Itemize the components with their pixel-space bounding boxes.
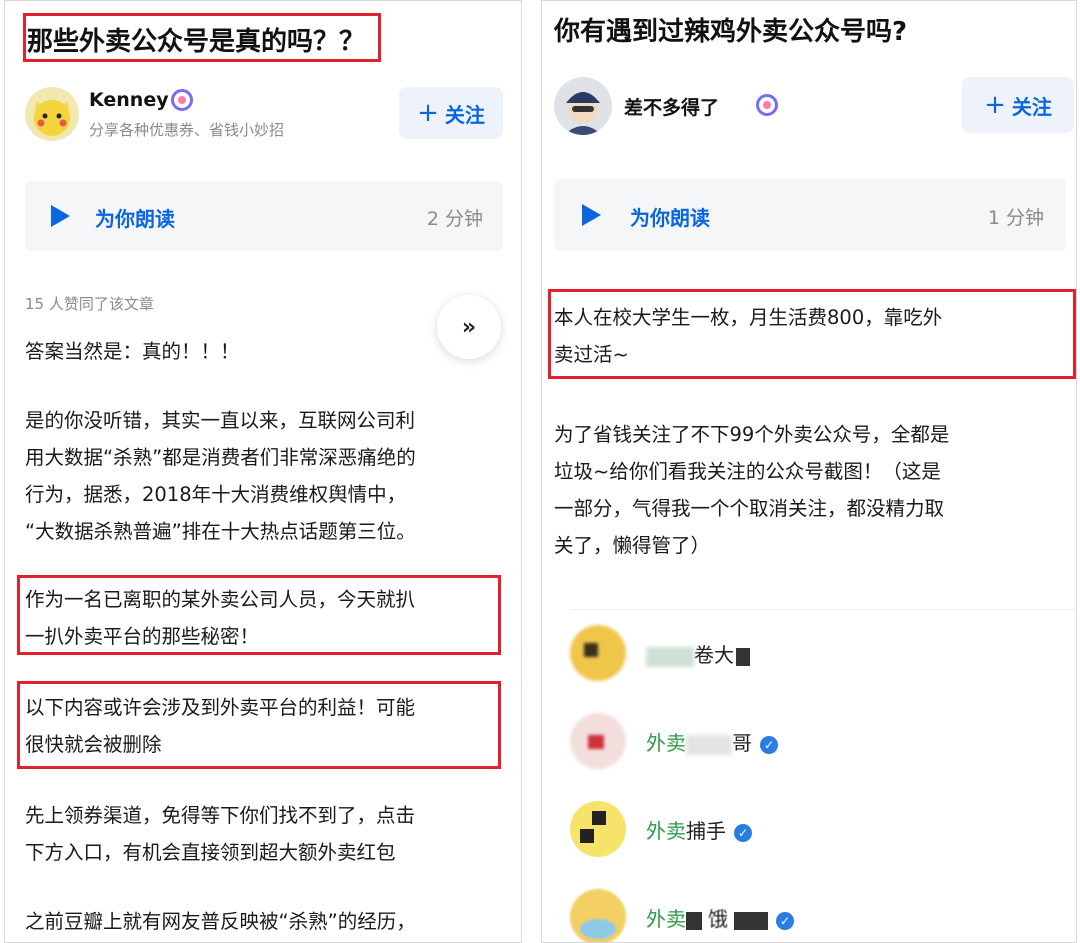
author-name[interactable]: 差不多得了: [624, 93, 719, 120]
question-title: 你有遇到过辣鸡外卖公众号吗?: [554, 17, 908, 47]
account-list-item[interactable]: 卷大: [542, 617, 1076, 697]
paragraph-coupon-channel: 先上领券渠道，免得等下你们找不到了，点击 下方入口，有机会直接领到超大额外卖红包: [25, 797, 415, 871]
right-question-screenshot: 你有遇到过辣鸡外卖公众号吗? 差不多得了 + 关注 为你朗读 1 分钟 本人在校…: [541, 0, 1077, 943]
account-name: 外卖 哥 ✓: [646, 727, 778, 756]
verified-icon: ✓: [760, 735, 778, 754]
paragraph-douban: 之前豆瓣上就有网友普反映被“杀熟”的经历，: [25, 903, 416, 940]
account-avatar: [570, 889, 626, 942]
paragraph-followed-99: 为了省钱关注了不下99个外卖公众号，全都是 垃圾~给你们看我关注的公众号截图！（…: [554, 416, 949, 564]
account-name: 卷大: [646, 639, 750, 668]
account-list-item[interactable]: 外卖 哥 ✓: [542, 705, 1076, 785]
chevron-double-down-icon[interactable]: »: [437, 295, 501, 359]
redacted-text: [686, 734, 732, 755]
plus-icon: +: [417, 98, 439, 128]
paragraph-former-employee: 作为一名已离职的某外卖公司人员，今天就扒 一扒外卖平台的那些秘密！: [25, 581, 415, 655]
text-line: 卖过活~: [554, 343, 629, 366]
follow-button[interactable]: + 关注: [399, 87, 503, 139]
text-line: 关了，懒得管了）: [554, 534, 711, 557]
verified-icon: ✓: [776, 911, 794, 930]
text-line: 本人在校大学生一枚，月生活费800，靠吃外: [554, 306, 943, 329]
text-line: 作为一名已离职的某外卖公司人员，今天就扒: [25, 588, 416, 611]
plus-icon: +: [984, 90, 1006, 120]
account-name-prefix: 外卖: [646, 731, 686, 755]
read-aloud-duration: 2 分钟: [426, 208, 483, 230]
account-name-text: 卷大: [694, 643, 734, 667]
author-avatar[interactable]: [25, 87, 79, 141]
read-aloud-label: 为你朗读: [630, 206, 710, 230]
text-line: 答案当然是：真的！！！: [25, 340, 240, 363]
follow-label: 关注: [1011, 94, 1052, 119]
text-line: 之前豆瓣上就有网友普反映被“杀熟”的经历，: [25, 910, 416, 933]
follow-label: 关注: [444, 102, 485, 127]
author-name[interactable]: Kenney: [89, 89, 169, 111]
follow-button[interactable]: + 关注: [962, 77, 1074, 133]
text-line: 行为，据悉，2018年十大消费维权舆情中，: [25, 483, 407, 506]
play-icon: [51, 205, 70, 227]
redacted-text: [686, 911, 702, 930]
account-name-prefix: 外卖: [646, 907, 686, 931]
paragraph-student: 本人在校大学生一枚，月生活费800，靠吃外 卖过活~: [554, 299, 942, 373]
text-line: 一扒外卖平台的那些秘密！: [25, 625, 260, 648]
redacted-text: [734, 911, 768, 930]
read-aloud-bar[interactable]: 为你朗读 1 分钟: [554, 179, 1066, 251]
account-list-item[interactable]: 外卖饿 ✓: [542, 881, 1076, 942]
text-line: 下方入口，有机会直接领到超大额外卖红包: [25, 841, 396, 864]
account-name: 外卖捕手 ✓: [646, 815, 752, 844]
read-aloud-label: 为你朗读: [95, 207, 175, 231]
article-title: 那些外卖公众号是真的吗？？: [27, 27, 366, 57]
divider: [570, 609, 1076, 610]
creator-badge-icon: [756, 94, 778, 116]
text-line: 是的你没听错，其实一直以来，互联网公司利: [25, 409, 416, 432]
text-line: 用大数据“杀熟”都是消费者们非常深恶痛绝的: [25, 446, 416, 469]
text-line: 先上领券渠道，免得等下你们找不到了，点击: [25, 804, 416, 827]
author-avatar[interactable]: [554, 77, 612, 135]
paragraph-may-be-deleted: 以下内容或许会涉及到外卖平台的利益！可能 很快就会被删除: [25, 689, 415, 763]
paragraph-answer: 答案当然是：真的！！！: [25, 333, 240, 370]
likes-count: 15 人赞同了该文章: [25, 295, 154, 313]
account-name-suffix: 哥: [732, 731, 752, 755]
left-article-screenshot: 那些外卖公众号是真的吗？？ Kenney 分享各种优惠券、省钱小妙招 + 关注 …: [4, 0, 522, 943]
redacted-text: [736, 647, 750, 666]
text-line: “大数据杀熟普遍”排在十大热点话题第三位。: [25, 520, 416, 543]
play-icon: [582, 204, 601, 226]
account-list-item[interactable]: 外卖捕手 ✓: [542, 793, 1076, 873]
author-bio: 分享各种优惠券、省钱小妙招: [89, 121, 285, 139]
account-avatar: [570, 625, 626, 681]
account-name: 外卖饿 ✓: [646, 903, 794, 932]
account-name-prefix: 外卖: [646, 819, 686, 843]
read-aloud-bar[interactable]: 为你朗读 2 分钟: [25, 181, 503, 251]
text-line: 很快就会被删除: [25, 733, 162, 756]
text-line: 垃圾~给你们看我关注的公众号截图！（这是: [554, 460, 941, 483]
verified-icon: ✓: [734, 823, 752, 842]
account-avatar: [570, 713, 626, 769]
text-line: 以下内容或许会涉及到外卖平台的利益！可能: [25, 696, 416, 719]
account-name-suffix: 捕手: [686, 819, 726, 843]
account-avatar: [570, 801, 626, 857]
creator-badge-icon: [171, 89, 193, 111]
text-line: 为了省钱关注了不下99个外卖公众号，全都是: [554, 423, 950, 446]
redacted-text: [646, 646, 694, 667]
account-name-suffix: 饿: [708, 907, 728, 931]
text-line: 一部分，气得我一个个取消关注，都没精力取: [554, 497, 945, 520]
paragraph-big-data: 是的你没听错，其实一直以来，互联网公司利 用大数据“杀熟”都是消费者们非常深恶痛…: [25, 402, 416, 550]
read-aloud-duration: 1 分钟: [987, 207, 1044, 229]
